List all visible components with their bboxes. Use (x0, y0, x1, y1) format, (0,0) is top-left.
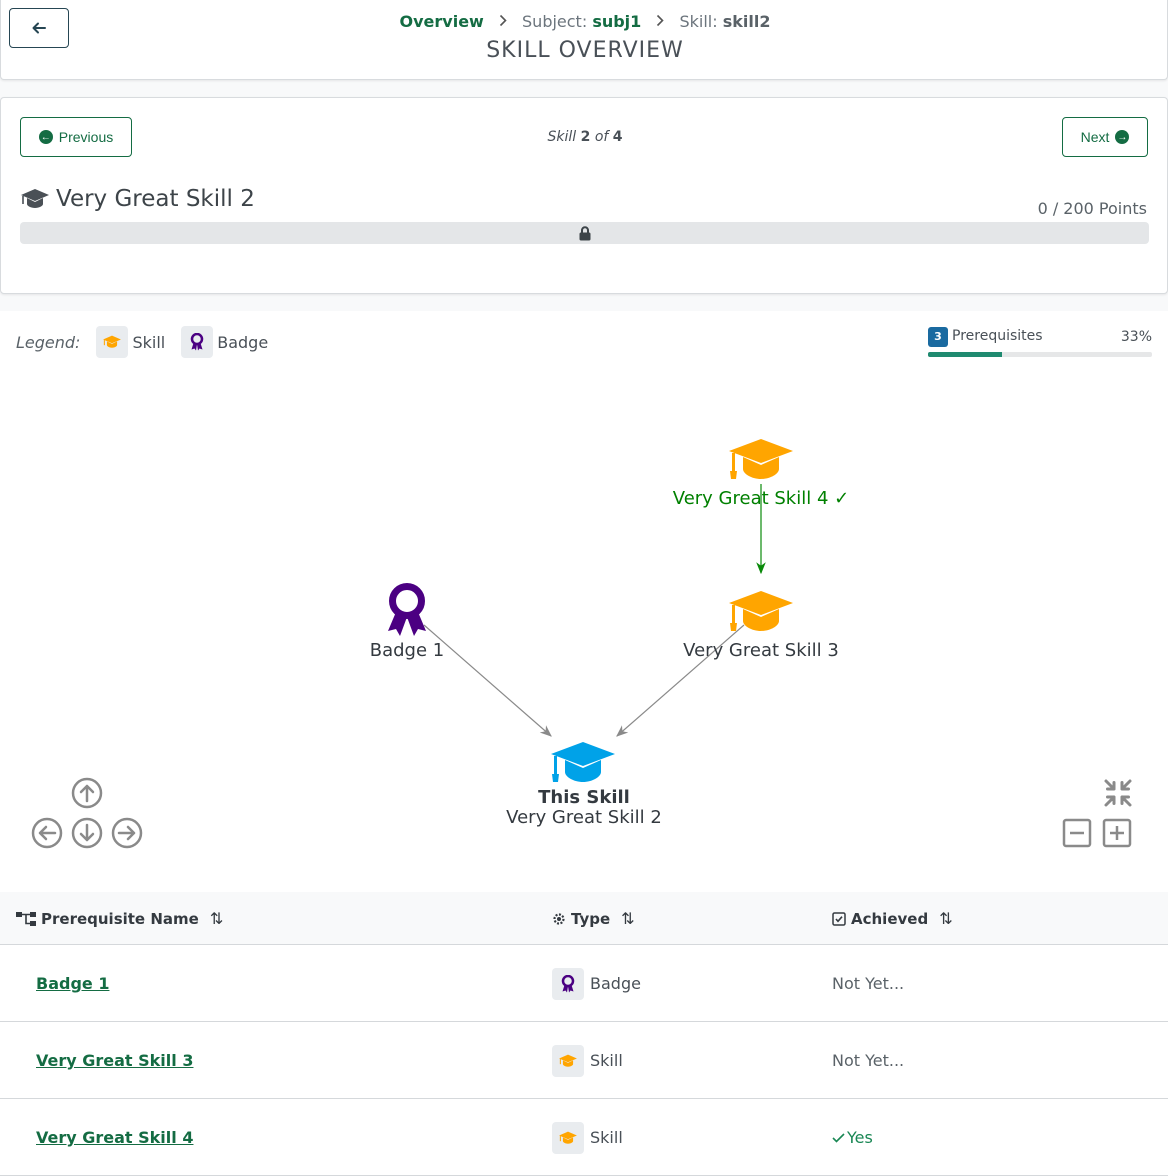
graph-pan-up-button[interactable] (71, 777, 103, 809)
skill-points: 0 / 200 Points (1037, 199, 1147, 218)
type-cell: Skill (552, 1022, 623, 1099)
graduation-cap-icon (729, 591, 793, 631)
graph-node-badge1[interactable]: Badge 1 (370, 583, 444, 662)
prerequisite-graph[interactable]: Very Great Skill 4 ✓ Very Great Skill 3 … (0, 311, 1168, 892)
type-label: Skill (590, 1128, 623, 1147)
graduation-cap-icon (551, 742, 615, 782)
check-icon (832, 1132, 845, 1143)
type-cell: Badge (552, 945, 641, 1022)
skill-position: Skill 2 of 4 (1, 129, 1168, 145)
breadcrumb-subject-label: Subject: (522, 12, 588, 31)
skill-name-text: Very Great Skill 2 (56, 186, 255, 212)
column-header-type[interactable]: Type ⇅ (552, 909, 635, 928)
skill-name: Very Great Skill 2 (20, 186, 255, 212)
breadcrumb-skill-label: Skill: (679, 12, 718, 31)
graduation-cap-icon (552, 1121, 584, 1154)
table-row: Very Great Skill 3 Skill Not Yet... (0, 1022, 1168, 1099)
gear-icon (553, 912, 565, 925)
page-header: Overview Subject: subj1 Skill: skill2 SK… (0, 0, 1168, 80)
prerequisites-table: Prerequisite Name ⇅ Type ⇅ Achieved ⇅ Ba… (0, 892, 1168, 1176)
skill-position-prefix: Skill (547, 129, 577, 145)
breadcrumb-skill-value: skill2 (722, 12, 771, 31)
column-header-achieved-label: Achieved (851, 909, 929, 928)
achieved-status-text: Yes (847, 1128, 873, 1147)
graph-node-this-skill[interactable]: This Skill Very Great Skill 2 (506, 742, 662, 828)
skill-progress-bar (20, 222, 1149, 244)
column-header-name-label: Prerequisite Name (41, 909, 199, 928)
chevron-right-icon (499, 14, 507, 31)
breadcrumb: Overview Subject: subj1 Skill: skill2 (1, 12, 1168, 31)
type-cell: Skill (552, 1099, 623, 1176)
graph-node-skill4[interactable]: Very Great Skill 4 ✓ (673, 439, 849, 509)
table-row: Very Great Skill 4 Skill Yes (0, 1099, 1168, 1176)
prerequisite-link[interactable]: Badge 1 (36, 974, 109, 993)
graph-node-skill3[interactable]: Very Great Skill 3 (683, 591, 839, 661)
table-header: Prerequisite Name ⇅ Type ⇅ Achieved ⇅ (0, 892, 1168, 945)
graph-node-skill3-label: Very Great Skill 3 (683, 640, 839, 661)
prerequisite-graph-panel: Legend: Skill Badge 3Prerequisites 33% (0, 311, 1168, 892)
arrow-circle-right-icon: → (1115, 130, 1130, 144)
breadcrumb-skill: Skill: skill2 (679, 12, 770, 31)
table-row: Badge 1 Badge Not Yet... (0, 945, 1168, 1022)
skill-position-of: of (594, 129, 609, 145)
graduation-cap-icon (552, 1044, 584, 1077)
checkbox-icon (832, 911, 846, 926)
achieved-status: Not Yet... (832, 1051, 905, 1070)
graduation-cap-icon (729, 439, 793, 479)
graph-zoom-out-button[interactable] (1062, 818, 1092, 848)
graph-node-this-title: This Skill (538, 787, 630, 808)
graduation-cap-icon (21, 189, 49, 208)
column-header-type-label: Type (571, 909, 611, 928)
type-label: Badge (590, 974, 641, 993)
skill-card: ← Previous Skill 2 of 4 Next → Very Grea… (0, 97, 1168, 294)
breadcrumb-subject[interactable]: Subject: subj1 (522, 12, 641, 31)
sort-icon: ⇅ (209, 909, 224, 928)
graph-pan-right-button[interactable] (111, 817, 143, 849)
graph-node-this-label: Very Great Skill 2 (506, 807, 662, 828)
column-header-name[interactable]: Prerequisite Name ⇅ (16, 909, 223, 928)
chevron-right-icon (656, 14, 665, 31)
type-label: Skill (590, 1051, 623, 1070)
achieved-status: Yes (832, 1099, 873, 1176)
prerequisite-link[interactable]: Very Great Skill 3 (36, 1051, 193, 1070)
graph-pan-left-button[interactable] (31, 817, 63, 849)
sort-icon: ⇅ (621, 909, 635, 928)
award-icon (388, 583, 426, 636)
graph-node-badge1-label: Badge 1 (370, 640, 444, 661)
lock-icon (579, 225, 590, 240)
next-label: Next (1080, 129, 1110, 145)
achieved-status: Not Yet... (832, 974, 905, 993)
column-header-achieved[interactable]: Achieved ⇅ (832, 909, 953, 928)
graph-node-skill4-label: Very Great Skill 4 ✓ (673, 488, 849, 509)
compress-icon (1104, 779, 1132, 807)
next-button[interactable]: Next → (1062, 117, 1148, 157)
sort-icon: ⇅ (939, 909, 953, 928)
skill-position-total: 4 (612, 129, 623, 145)
prerequisite-link[interactable]: Very Great Skill 4 (36, 1128, 193, 1147)
graph-pan-down-button[interactable] (71, 817, 103, 849)
page-title: SKILL OVERVIEW (486, 38, 684, 63)
skill-position-current: 2 (580, 129, 591, 145)
graph-fit-button[interactable] (1104, 779, 1132, 807)
breadcrumb-subject-value: subj1 (592, 12, 642, 31)
award-icon (552, 967, 584, 1000)
graph-zoom-in-button[interactable] (1102, 818, 1132, 848)
breadcrumb-overview[interactable]: Overview (400, 12, 484, 31)
sitemap-icon (16, 911, 36, 926)
